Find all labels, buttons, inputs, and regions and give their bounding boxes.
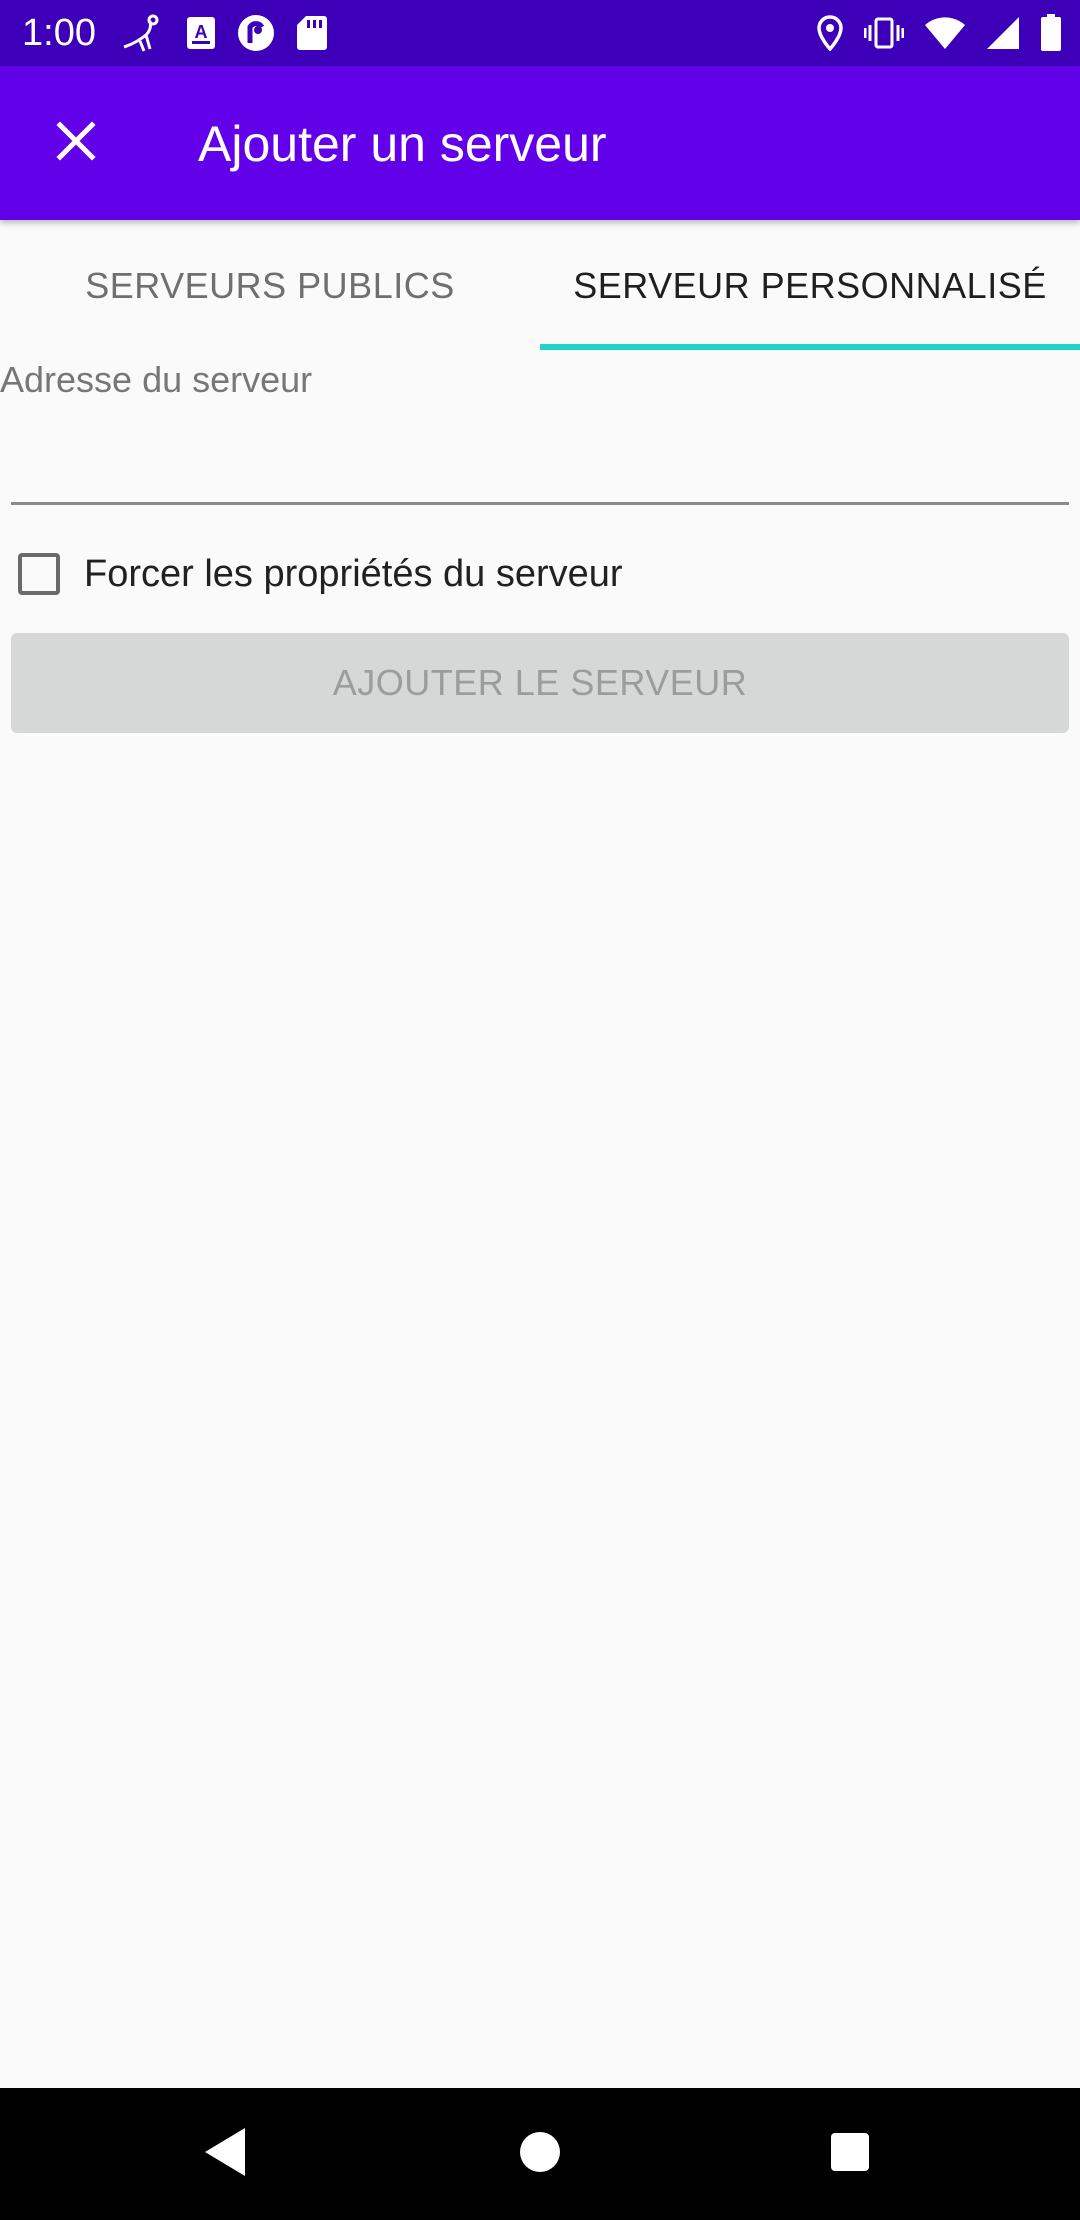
back-icon	[203, 2126, 249, 2183]
status-system-icons	[816, 10, 1062, 56]
add-server-button[interactable]: AJOUTER LE SERVEUR	[11, 633, 1069, 733]
signal-icon	[986, 16, 1020, 50]
back-button[interactable]	[186, 2114, 266, 2194]
status-notification-icons: A	[120, 10, 328, 56]
app-bar: Ajouter un serveur	[0, 66, 1080, 220]
svg-text:A: A	[195, 22, 208, 42]
force-properties-label: Forcer les propriétés du serveur	[84, 552, 623, 595]
close-icon	[56, 120, 96, 166]
vibrate-icon	[864, 17, 904, 49]
status-bar: 1:00 A	[0, 0, 1080, 66]
battery-icon	[1040, 14, 1062, 52]
tab-custom-server[interactable]: SERVEUR PERSONNALISÉ	[540, 220, 1080, 352]
force-properties-checkbox[interactable]	[18, 553, 60, 595]
font-download-icon: A	[186, 16, 216, 50]
server-address-label: Adresse du serveur	[0, 359, 313, 400]
tab-selected-indicator	[540, 344, 1080, 350]
pocket-casts-icon	[236, 13, 276, 53]
navigation-bar	[0, 2088, 1080, 2220]
bird-icon	[120, 13, 166, 53]
tab-bar: SERVEURS PUBLICS SERVEUR PERSONNALISÉ	[0, 220, 1080, 352]
status-time: 1:00	[22, 12, 96, 54]
recents-button[interactable]	[810, 2114, 890, 2194]
sd-card-icon	[296, 15, 328, 51]
tab-public-servers[interactable]: SERVEURS PUBLICS	[0, 220, 540, 352]
server-address-input[interactable]	[11, 420, 1069, 500]
wifi-icon	[924, 16, 966, 50]
home-button[interactable]	[500, 2114, 580, 2194]
home-icon	[519, 2131, 561, 2178]
recents-icon	[830, 2132, 870, 2177]
force-properties-checkbox-row[interactable]: Forcer les propriétés du serveur	[18, 540, 623, 608]
page-title: Ajouter un serveur	[198, 116, 607, 172]
input-underline	[11, 502, 1069, 505]
close-button[interactable]	[36, 107, 116, 179]
location-icon	[816, 15, 844, 51]
